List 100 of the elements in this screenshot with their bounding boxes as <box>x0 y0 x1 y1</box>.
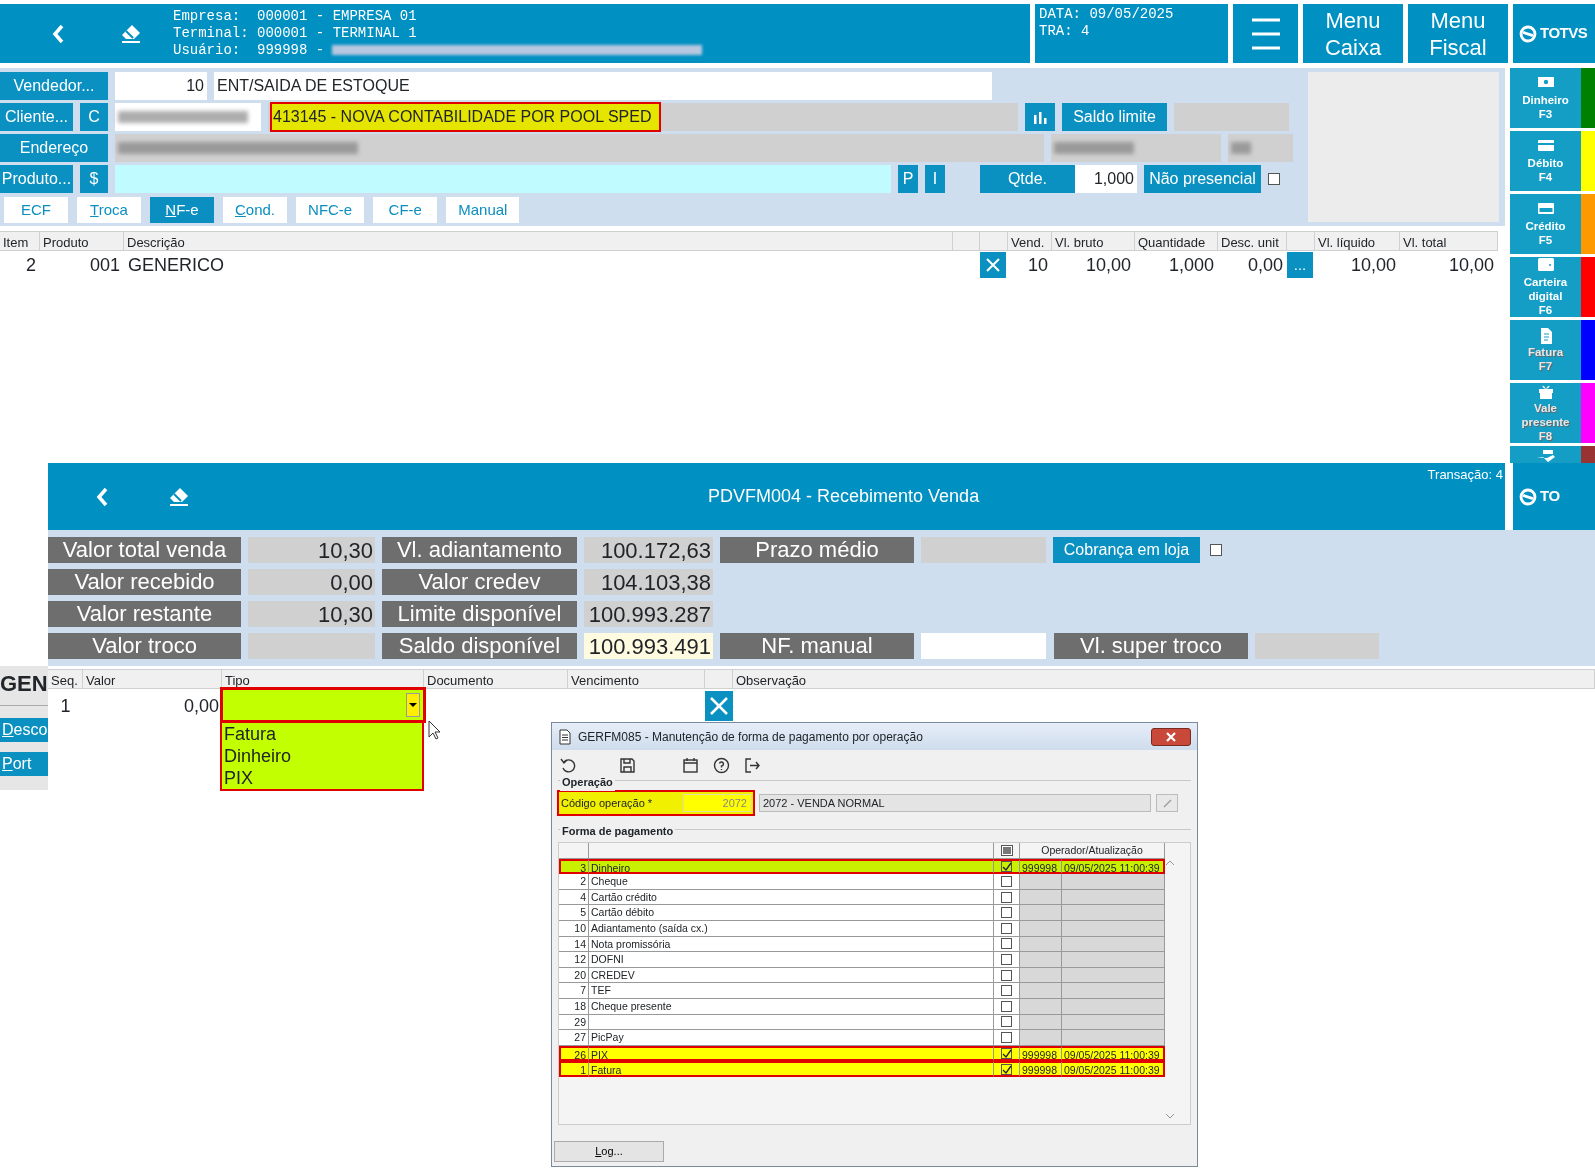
product-button[interactable]: Produto... <box>0 165 73 193</box>
header-cell <box>980 231 1008 251</box>
checkbox[interactable] <box>1001 922 1012 934</box>
undo-icon[interactable] <box>560 756 577 774</box>
table-cell: 7 <box>559 983 589 999</box>
menu-button[interactable]: Menu Fiscal <box>1408 4 1508 63</box>
checkbox[interactable] <box>1001 860 1012 872</box>
log-button[interactable]: Log... <box>554 1141 664 1162</box>
table-cell-text: 10 <box>1026 253 1049 277</box>
dropdown-option[interactable]: Fatura <box>224 723 420 745</box>
table-cell: 999998 <box>1020 1061 1062 1077</box>
exit-icon[interactable] <box>744 756 761 774</box>
quantity-field[interactable]: 1,000 <box>1075 165 1137 193</box>
address-field[interactable] <box>1228 134 1293 162</box>
save-icon[interactable] <box>619 756 636 774</box>
logo-icon <box>1519 487 1537 506</box>
field-label: Valor total venda <box>48 537 241 563</box>
date-text: DATA: 09/05/2025 <box>1039 6 1174 23</box>
checkbox[interactable] <box>1001 891 1012 903</box>
document-tab[interactable]: Cond. <box>223 197 288 223</box>
table-cell-text: 1 <box>59 694 72 718</box>
store-charge-button[interactable]: Cobrança em loja <box>1053 537 1200 563</box>
non-presential-button[interactable]: Não presencial <box>1144 165 1261 193</box>
seller-code-field[interactable]: 10 <box>115 72 207 100</box>
checkbox[interactable] <box>1001 1031 1012 1043</box>
dropdown-option[interactable]: Dinheiro <box>224 745 420 767</box>
option-button[interactable]: I <box>925 165 945 193</box>
value-field: 100.993.287 <box>584 601 713 627</box>
action-button[interactable]: Desco <box>0 718 48 742</box>
balance-button[interactable]: Saldo limite <box>1062 103 1167 131</box>
back-icon[interactable] <box>52 23 64 44</box>
checkbox[interactable] <box>1001 1048 1012 1059</box>
field-label: Valor credev <box>382 569 577 595</box>
column-header: Vend. <box>1008 231 1052 251</box>
checkbox[interactable] <box>1001 1000 1012 1012</box>
column-header: Vl. total <box>1400 231 1498 251</box>
close-icon <box>984 256 1002 274</box>
address-button[interactable]: Endereço <box>0 134 108 162</box>
gift-icon <box>1536 383 1555 401</box>
address-field[interactable] <box>1051 134 1221 162</box>
option-button[interactable]: P <box>898 165 918 193</box>
wand-icon <box>1161 797 1173 809</box>
seller-name-field[interactable]: ENT/SAIDA DE ESTOQUE <box>214 72 992 100</box>
field-label: Código operação * <box>561 795 654 811</box>
close-button[interactable] <box>1151 727 1191 746</box>
menu-icon <box>1249 16 1282 51</box>
table-cell: 2 <box>559 874 589 890</box>
chart-button[interactable] <box>1025 103 1055 131</box>
back-icon[interactable] <box>96 486 108 507</box>
info-text: Usuário: 999998 - <box>173 42 325 58</box>
column-header: Documento <box>424 669 568 689</box>
document-tab[interactable]: NF-e <box>150 197 214 223</box>
dropdown-option[interactable]: PIX <box>224 767 420 789</box>
checkbox[interactable] <box>1268 173 1280 185</box>
help-icon[interactable] <box>713 756 730 774</box>
seller-button[interactable]: Vendedor... <box>0 72 108 100</box>
field-label: Valor troco <box>48 633 241 659</box>
date-text: TRA: 4 <box>1039 23 1090 40</box>
more-button[interactable]: ... <box>1287 252 1313 278</box>
checkbox[interactable] <box>1001 1016 1012 1028</box>
column-header: Tipo <box>222 669 424 689</box>
client-type-button[interactable]: C <box>80 103 108 131</box>
scroll-up-icon[interactable] <box>1165 859 1175 866</box>
product-field[interactable] <box>115 165 891 193</box>
column-header: Quantidade <box>1135 231 1218 251</box>
document-tab[interactable]: Manual <box>446 197 520 223</box>
quantity-button[interactable]: Qtde. <box>980 165 1075 193</box>
client-button[interactable]: Cliente... <box>0 103 73 131</box>
address-field[interactable] <box>115 134 1044 162</box>
checkbox[interactable] <box>1001 969 1012 981</box>
operation-code-field[interactable]: 2072 <box>683 794 751 812</box>
checkbox[interactable] <box>1001 953 1012 965</box>
checkbox[interactable] <box>1001 985 1012 997</box>
type-dropdown[interactable] <box>222 689 424 721</box>
checkbox[interactable] <box>1001 1063 1012 1075</box>
document-tab[interactable]: NFC-e <box>296 197 365 223</box>
document-tab[interactable]: CF-e <box>373 197 438 223</box>
select-all-checkbox[interactable] <box>1000 844 1013 856</box>
checkbox[interactable] <box>1001 876 1012 887</box>
document-tab[interactable]: Troca <box>77 197 141 223</box>
client-document-field[interactable] <box>115 103 261 131</box>
column-header: Vl. líquido <box>1315 231 1400 251</box>
column-header: Produto <box>40 231 124 251</box>
menu-button[interactable] <box>1233 4 1298 63</box>
checkbox[interactable] <box>1001 938 1012 950</box>
calendar-icon[interactable] <box>682 756 699 774</box>
checkbox[interactable] <box>1001 907 1012 919</box>
scroll-down-icon[interactable] <box>1165 1113 1175 1120</box>
operation-description-field[interactable]: 2072 - VENDA NORMAL <box>759 794 1151 812</box>
limit-field[interactable] <box>1174 103 1289 131</box>
client-name-field[interactable]: 413145 - NOVA CONTABILIDADE POR POOL SPED <box>268 103 1018 131</box>
checkbox[interactable] <box>1210 544 1222 556</box>
table-cell-text: 10,00 <box>1447 253 1495 277</box>
document-tab[interactable]: ECF <box>4 197 68 223</box>
field-label: Saldo disponível <box>382 633 577 659</box>
menu-button[interactable]: Menu Caixa <box>1303 4 1403 63</box>
price-button[interactable]: $ <box>80 165 108 193</box>
delete-button[interactable] <box>980 252 1006 278</box>
document-icon <box>558 728 572 745</box>
action-button[interactable]: Port <box>0 752 48 776</box>
